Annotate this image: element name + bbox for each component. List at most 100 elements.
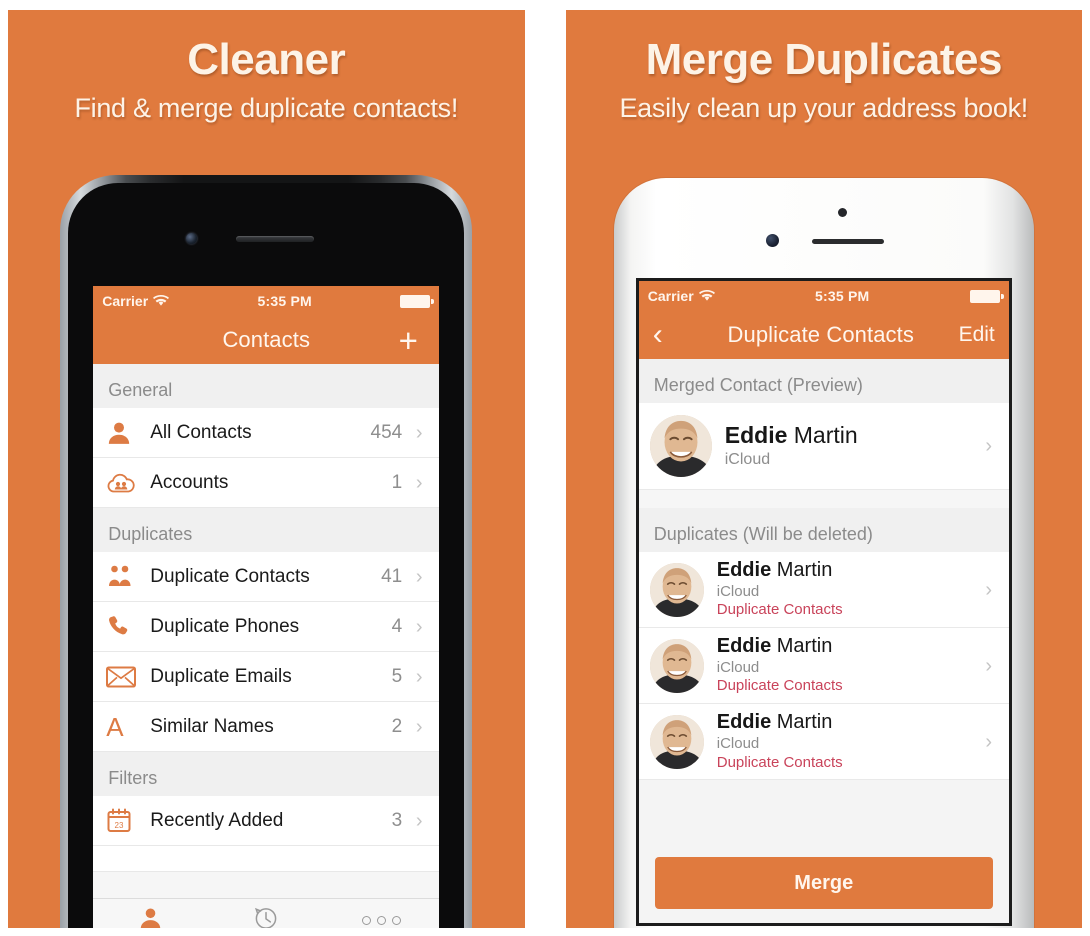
phone-screen-duplicate-contacts: Carrier 5:35 PM ‹ Duplicate Contacts Edi… bbox=[635, 278, 1012, 926]
three-dots-icon bbox=[362, 908, 402, 929]
section-header-filters: Filters bbox=[93, 752, 440, 796]
page-title: Merge Duplicates bbox=[645, 35, 1003, 84]
list-item-label: Recently Added bbox=[150, 809, 284, 831]
list-item-duplicate-contacts[interactable]: Duplicate Contacts 41 › bbox=[93, 552, 440, 602]
phone-screen-contacts: Carrier 5:35 PM Contacts + General All C… bbox=[93, 286, 440, 928]
status-bar-right bbox=[969, 289, 1004, 303]
list-item-accounts[interactable]: Accounts 1 › bbox=[93, 458, 440, 508]
carrier-label: Carrier bbox=[647, 288, 694, 304]
edit-button[interactable]: Edit bbox=[955, 323, 995, 347]
section-header-duplicates: Duplicates bbox=[93, 508, 440, 552]
list-item-label: Duplicate Emails bbox=[150, 665, 292, 687]
front-camera-icon bbox=[765, 234, 779, 247]
promo-screenshot-pair: Cleaner Find & merge duplicate contacts!… bbox=[0, 0, 1090, 936]
contact-account: iCloud bbox=[724, 450, 771, 468]
carrier-label: Carrier bbox=[102, 293, 149, 309]
avatar bbox=[649, 638, 704, 693]
black-iphone-mockup: Carrier 5:35 PM Contacts + General All C… bbox=[60, 175, 473, 928]
list-empty-space bbox=[638, 780, 1009, 857]
clock-icon bbox=[253, 905, 279, 928]
avatar bbox=[649, 415, 712, 477]
person-icon bbox=[106, 420, 150, 446]
list-item-duplicate-phones[interactable]: Duplicate Phones 4 › bbox=[93, 602, 440, 652]
chevron-right-icon: › bbox=[415, 421, 423, 444]
iphone-body: Carrier 5:35 PM Contacts + General All C… bbox=[68, 183, 465, 928]
list-item-count: 3 bbox=[391, 809, 403, 831]
contact-name: Eddie Martin bbox=[716, 711, 833, 734]
status-bar-left: Carrier bbox=[102, 293, 170, 309]
list-item-count: 1 bbox=[391, 471, 403, 493]
status-bar-right bbox=[400, 294, 435, 308]
chevron-right-icon: › bbox=[985, 578, 993, 601]
merge-button[interactable]: Merge bbox=[654, 857, 993, 909]
contact-info: Eddie Martin iCloud Duplicate Contacts bbox=[717, 635, 982, 696]
tab-bar: Contacts Backup More bbox=[93, 898, 440, 928]
list-item-duplicate-emails[interactable]: Duplicate Emails 5 › bbox=[93, 652, 440, 702]
list-item-similar-names[interactable]: A Similar Names 2 › bbox=[93, 702, 440, 752]
letter-a-icon: A bbox=[106, 711, 124, 742]
list-item-label: All Contacts bbox=[150, 421, 252, 443]
contact-info: Eddie Martin iCloud Duplicate Contacts bbox=[717, 559, 982, 620]
chevron-left-icon[interactable]: ‹ bbox=[653, 320, 687, 350]
battery-full-icon bbox=[400, 294, 435, 308]
list-item-count: 2 bbox=[391, 715, 403, 737]
status-bar-time: 5:35 PM bbox=[815, 288, 870, 304]
contact-info: Eddie Martin iCloud Duplicate Contacts bbox=[717, 711, 982, 772]
list-item-label: Duplicate Phones bbox=[150, 615, 300, 637]
contact-account: iCloud bbox=[716, 658, 760, 676]
page-subtitle: Easily clean up your address book! bbox=[619, 93, 1029, 124]
contact-account: iCloud bbox=[716, 582, 760, 600]
contacts-list[interactable]: General All Contacts 454 › Accounts 1 › … bbox=[93, 364, 440, 898]
wifi-icon bbox=[698, 290, 715, 302]
white-iphone-mockup: Carrier 5:35 PM ‹ Duplicate Contacts Edi… bbox=[613, 178, 1034, 928]
wifi-icon bbox=[153, 295, 170, 307]
front-camera-icon bbox=[186, 233, 198, 244]
contact-info: Eddie Martin iCloud bbox=[725, 422, 982, 469]
list-item-all-contacts[interactable]: All Contacts 454 › bbox=[93, 408, 440, 458]
envelope-icon bbox=[106, 666, 150, 688]
status-bar: Carrier 5:35 PM bbox=[93, 286, 440, 316]
navigation-bar: ‹ Duplicate Contacts Edit bbox=[638, 311, 1009, 359]
contact-account: iCloud bbox=[716, 734, 760, 752]
avatar bbox=[649, 562, 704, 617]
duplicate-contact-row[interactable]: Eddie Martin iCloud Duplicate Contacts › bbox=[638, 552, 1009, 629]
list-item-count: 5 bbox=[391, 665, 403, 687]
list-item-partial[interactable] bbox=[93, 846, 440, 872]
promo-panel-merge-duplicates: Merge Duplicates Easily clean up your ad… bbox=[565, 10, 1082, 928]
list-item-label: Similar Names bbox=[150, 715, 274, 737]
contact-name: Eddie Martin bbox=[716, 635, 833, 658]
chevron-right-icon: › bbox=[985, 654, 993, 677]
status-bar-time: 5:35 PM bbox=[257, 293, 312, 309]
chevron-right-icon: › bbox=[415, 715, 423, 738]
person-icon bbox=[138, 906, 163, 928]
chevron-right-icon: › bbox=[415, 615, 423, 638]
chevron-right-icon: › bbox=[415, 565, 423, 588]
duplicate-contact-row[interactable]: Eddie Martin iCloud Duplicate Contacts › bbox=[638, 628, 1009, 705]
page-title: Cleaner bbox=[187, 35, 346, 84]
duplicate-contact-row[interactable]: Eddie Martin iCloud Duplicate Contacts › bbox=[638, 704, 1009, 781]
contact-duplicate-tag: Duplicate Contacts bbox=[716, 601, 843, 619]
earpiece-speaker-icon bbox=[811, 239, 884, 244]
nav-title: Contacts bbox=[222, 327, 311, 352]
contact-duplicate-tag: Duplicate Contacts bbox=[716, 753, 843, 771]
list-item-recently-added[interactable]: 23 Recently Added 3 › bbox=[93, 796, 440, 846]
navigation-bar: Contacts + bbox=[93, 316, 440, 364]
status-bar: Carrier 5:35 PM bbox=[638, 281, 1009, 311]
battery-full-icon bbox=[969, 289, 1004, 303]
section-header-duplicates: Duplicates (Will be deleted) bbox=[638, 508, 1009, 552]
cloud-accounts-icon bbox=[106, 471, 150, 495]
list-item-label: Accounts bbox=[150, 471, 229, 493]
tab-more[interactable]: More bbox=[324, 899, 439, 928]
chevron-right-icon: › bbox=[985, 435, 993, 457]
contact-duplicate-tag: Duplicate Contacts bbox=[716, 677, 843, 695]
tab-contacts[interactable]: Contacts bbox=[93, 899, 208, 928]
tab-backup[interactable]: Backup bbox=[209, 899, 324, 928]
list-item-label: Duplicate Contacts bbox=[150, 565, 310, 587]
plus-icon[interactable]: + bbox=[391, 324, 425, 357]
phone-icon bbox=[106, 614, 150, 639]
duplicate-contacts-list[interactable]: Merged Contact (Preview) Eddie Martin iC… bbox=[638, 359, 1009, 923]
proximity-sensor-icon bbox=[837, 208, 847, 217]
avatar bbox=[649, 714, 704, 769]
merged-contact-row[interactable]: Eddie Martin iCloud › bbox=[638, 403, 1009, 490]
promo-panel-cleaner: Cleaner Find & merge duplicate contacts!… bbox=[8, 10, 525, 928]
